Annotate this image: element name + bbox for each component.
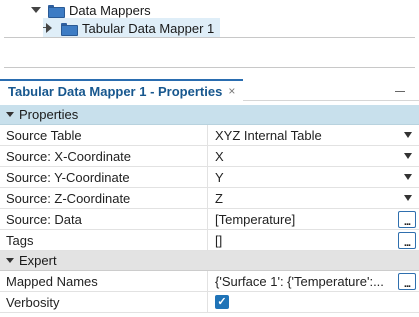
ellipsis-icon: ... (403, 236, 411, 249)
property-row-source-data: Source: Data [Temperature] ... (0, 209, 419, 230)
properties-table: Properties Source Table XYZ Internal Tab… (0, 105, 419, 313)
property-value: {'Surface 1': {'Temperature':... (215, 273, 384, 289)
property-value: XYZ Internal Table (215, 127, 322, 143)
tags-field[interactable]: [] ... (208, 230, 419, 250)
property-value: [] (215, 232, 223, 248)
source-table-dropdown[interactable]: XYZ Internal Table (208, 125, 419, 145)
property-row-source-y: Source: Y-Coordinate Y (0, 167, 419, 188)
source-data-field[interactable]: [Temperature] ... (208, 209, 419, 229)
collapse-arrow-icon[interactable] (43, 22, 55, 34)
property-name: Source: Y-Coordinate (0, 167, 208, 187)
property-value: Z (215, 190, 223, 206)
folder-icon (48, 4, 65, 18)
section-header-expert[interactable]: Expert (0, 251, 419, 271)
tab-properties[interactable]: Tabular Data Mapper 1 - Properties × (0, 79, 244, 101)
check-icon: ✓ (217, 296, 227, 308)
property-name: Verbosity (0, 292, 208, 312)
property-row-source-x: Source: X-Coordinate X (0, 146, 419, 167)
source-z-dropdown[interactable]: Z (208, 188, 419, 208)
property-row-source-table: Source Table XYZ Internal Table (0, 125, 419, 146)
section-label: Expert (19, 253, 57, 268)
verbosity-cell: ✓ (208, 292, 419, 312)
tree-item-tabular-data-mapper-1[interactable]: Tabular Data Mapper 1 (43, 18, 221, 38)
mapped-names-field[interactable]: {'Surface 1': {'Temperature':... ... (208, 271, 419, 291)
property-value: [Temperature] (215, 211, 296, 227)
property-name: Source Table (0, 125, 208, 145)
chevron-down-icon[interactable] (397, 125, 419, 145)
section-label: Properties (19, 107, 79, 122)
ellipsis-icon: ... (403, 215, 411, 228)
folder-icon (61, 22, 78, 36)
minimize-icon[interactable] (395, 83, 407, 95)
verbosity-checkbox[interactable]: ✓ (215, 295, 229, 309)
tree-item-data-mappers[interactable]: Data Mappers (30, 0, 151, 20)
chevron-down-icon[interactable] (397, 188, 419, 208)
chevron-down-icon[interactable] (397, 167, 419, 187)
properties-panel-header: Tabular Data Mapper 1 - Properties × (0, 79, 419, 101)
property-row-verbosity: Verbosity ✓ (0, 292, 419, 313)
property-value: Y (215, 169, 224, 185)
property-row-mapped-names: Mapped Names {'Surface 1': {'Temperature… (0, 271, 419, 292)
chevron-down-icon[interactable] (397, 146, 419, 166)
property-name: Tags (0, 230, 208, 250)
browse-button[interactable]: ... (398, 210, 416, 228)
property-name: Source: Data (0, 209, 208, 229)
ellipsis-icon: ... (403, 277, 411, 290)
property-name: Source: Z-Coordinate (0, 188, 208, 208)
property-name: Mapped Names (0, 271, 208, 291)
tree-item-label: Tabular Data Mapper 1 (82, 20, 215, 36)
tree-empty-area (4, 38, 415, 68)
tree-panel: Data Mappers Tabular Data Mapper 1 (0, 0, 419, 72)
browse-button[interactable]: ... (398, 231, 416, 249)
browse-button[interactable]: ... (398, 272, 416, 290)
tree-item-label: Data Mappers (69, 2, 151, 18)
source-y-dropdown[interactable]: Y (208, 167, 419, 187)
panel-title: Tabular Data Mapper 1 - Properties (8, 83, 223, 99)
source-x-dropdown[interactable]: X (208, 146, 419, 166)
property-row-tags: Tags [] ... (0, 230, 419, 251)
property-value: X (215, 148, 224, 164)
chevron-down-icon (6, 112, 14, 117)
close-icon[interactable]: × (228, 84, 235, 98)
expand-arrow-icon[interactable] (30, 4, 42, 16)
property-name: Source: X-Coordinate (0, 146, 208, 166)
property-row-source-z: Source: Z-Coordinate Z (0, 188, 419, 209)
chevron-down-icon (6, 258, 14, 263)
section-header-properties[interactable]: Properties (0, 105, 419, 125)
